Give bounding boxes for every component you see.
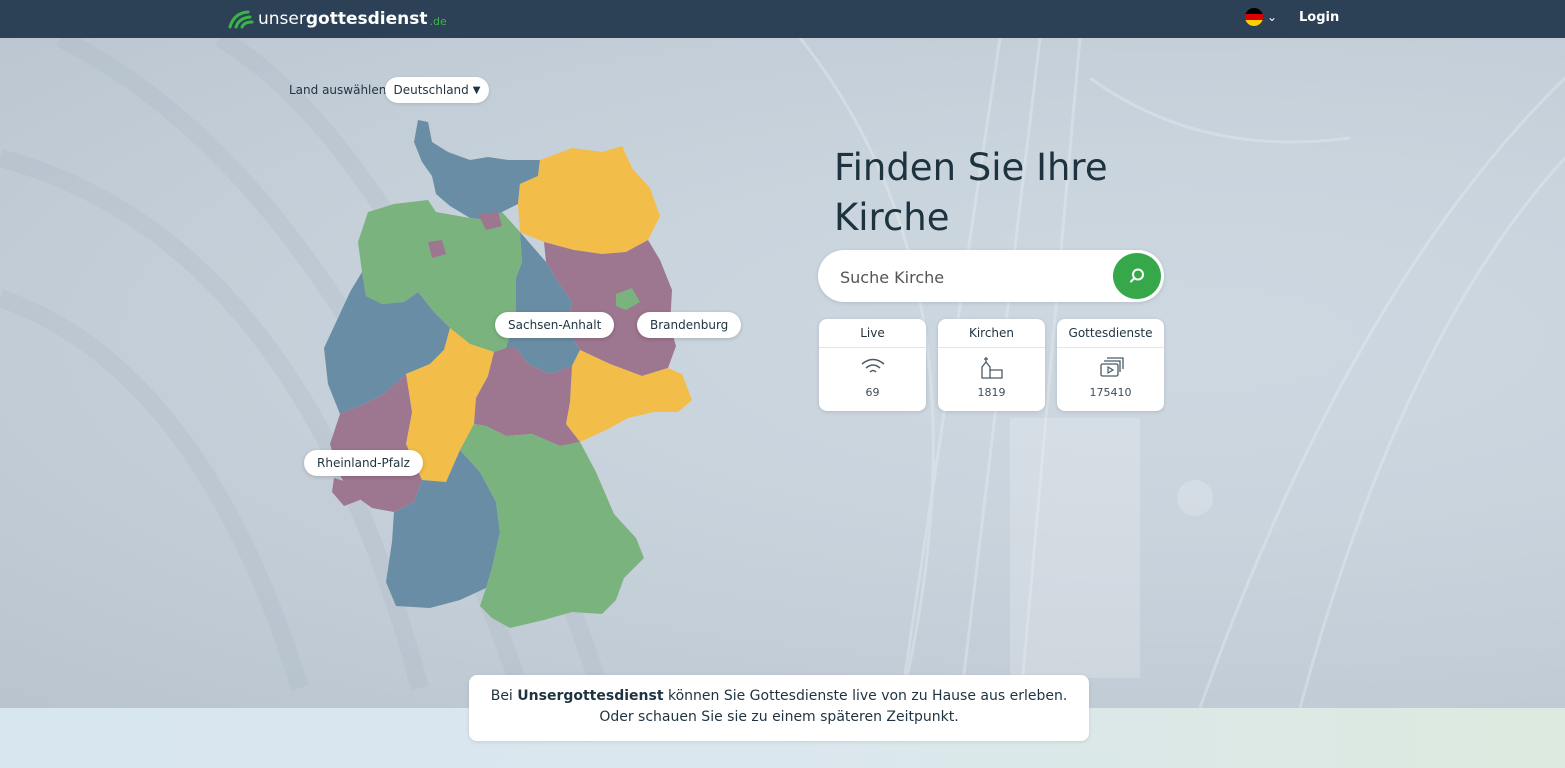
search-icon [1130,268,1144,283]
map-label-rheinland-pfalz[interactable]: Rheinland-Pfalz [304,450,423,476]
headline-line-2: Kirche [834,196,950,239]
german-flag-icon [1245,8,1263,26]
logo-text-tld: .de [429,15,447,28]
stat-card-label: Live [819,319,926,348]
chevron-down-icon: ▼ [472,84,481,96]
intro-line-1: Bei Unsergottesdienst können Sie Gottesd… [490,688,1068,704]
country-dropdown[interactable]: Deutschland ▼ [385,77,489,103]
page-headline: Finden Sie Ihre Kirche [834,143,1154,243]
church-search-box [818,250,1164,302]
video-stack-icon [1099,357,1124,377]
top-navbar: unser gottesdienst .de ⌄ Login [0,0,1565,38]
login-link[interactable]: Login [1299,10,1339,25]
hero-section: Land auswählen Deutschland ▼ Sachsen-Anh… [0,38,1565,708]
stat-card-label: Gottesdienste [1057,319,1164,348]
map-label-brandenburg[interactable]: Brandenburg [637,312,742,338]
logo-text-unser: unser [258,9,306,29]
stat-card-value: 69 [865,386,880,399]
country-dropdown-value: Deutschland [393,83,469,97]
logo-text-gottesdienst: gottesdienst [305,9,428,29]
stat-card-value: 1819 [977,386,1006,399]
germany-states-map [324,120,692,628]
headline-line-1: Finden Sie Ihre [834,146,1108,189]
search-input[interactable] [838,263,1112,291]
stat-card-kirchen[interactable]: Kirchen 1819 [938,319,1045,411]
chevron-down-icon: ⌄ [1267,10,1278,24]
intro-text-box: Bei Unsergottesdienst können Sie Gottesd… [469,675,1089,741]
wifi-icon [861,358,884,373]
stat-card-live[interactable]: Live 69 [819,319,926,411]
stat-card-label: Kirchen [938,319,1045,348]
cathedral-background-image [0,38,1565,708]
logo-wave-icon [228,10,254,29]
site-logo[interactable]: unser gottesdienst .de [228,7,447,31]
stat-card-gottesdienste[interactable]: Gottesdienste 175410 [1057,319,1164,411]
country-select-label: Land auswählen [289,83,387,97]
stat-card-value: 175410 [1089,386,1132,399]
intro-line-2: Oder schauen Sie sie zu einem späteren Z… [599,709,959,725]
brand-name: Unsergottesdienst [517,688,664,704]
map-label-sachsen-anhalt[interactable]: Sachsen-Anhalt [495,312,615,338]
church-icon [980,357,1003,379]
search-button[interactable] [1113,253,1161,299]
language-selector[interactable]: ⌄ [1245,8,1277,26]
